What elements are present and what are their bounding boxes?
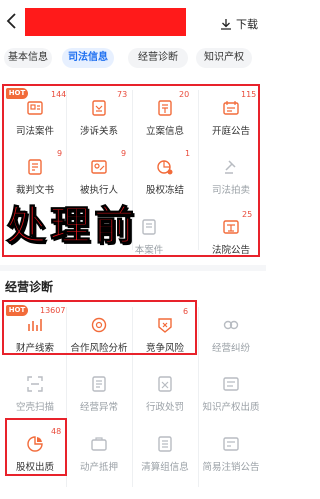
annotation-box <box>5 418 67 476</box>
item-label: 经营异常 <box>79 402 118 413</box>
item-label: 简易注销公告 <box>202 462 260 473</box>
liquidation-icon <box>158 436 172 452</box>
section-divider <box>0 265 266 271</box>
admin-penalty-item[interactable]: 行政处罚 <box>134 375 196 413</box>
scan-icon <box>27 376 43 392</box>
annotation-box <box>2 300 197 355</box>
abnormal-icon <box>92 376 106 392</box>
liquidation-info-item[interactable]: 清算组信息 <box>134 435 196 473</box>
tab-ip[interactable]: 知识产权 <box>196 48 252 68</box>
dispute-icon <box>223 320 239 330</box>
mortgage-icon <box>91 437 107 451</box>
tab-bar: 基本信息 司法信息 经营诊断 知识产权 <box>0 48 266 68</box>
shell-scan-item[interactable]: 空壳扫描 <box>4 375 66 413</box>
chattel-mortgage-item[interactable]: 动产抵押 <box>68 435 130 473</box>
ip-pledge-icon <box>223 377 239 391</box>
penalty-icon <box>158 376 172 392</box>
section-title: 经营诊断 <box>5 280 54 294</box>
business-dispute-item[interactable]: 经营纠纷 <box>200 316 262 354</box>
item-label: 行政处罚 <box>145 402 184 413</box>
item-label: 知识产权出质 <box>202 402 260 413</box>
download-button[interactable]: 下载 <box>220 16 258 32</box>
download-icon <box>221 19 231 30</box>
top-bar: 下载 <box>0 0 266 36</box>
simple-cancel-item[interactable]: 简易注销公告 <box>200 435 262 473</box>
item-label: 空壳扫描 <box>15 402 54 413</box>
tab-business-diagnosis[interactable]: 经营诊断 <box>128 48 188 68</box>
item-label: 清算组信息 <box>141 462 189 473</box>
business-abnormal-item[interactable]: 经营异常 <box>68 375 130 413</box>
item-label: 动产抵押 <box>79 462 118 473</box>
ip-pledge-item[interactable]: 知识产权出质 <box>200 375 262 413</box>
download-label: 下载 <box>236 18 258 31</box>
cancel-icon <box>223 437 239 451</box>
company-name-redacted <box>25 8 186 36</box>
tab-judicial-info[interactable]: 司法信息 <box>62 48 114 68</box>
item-label: 经营纠纷 <box>211 343 250 354</box>
back-icon[interactable] <box>6 13 18 29</box>
overlay-stamp: 处理前 <box>6 203 138 250</box>
tab-basic-info[interactable]: 基本信息 <box>4 48 52 68</box>
